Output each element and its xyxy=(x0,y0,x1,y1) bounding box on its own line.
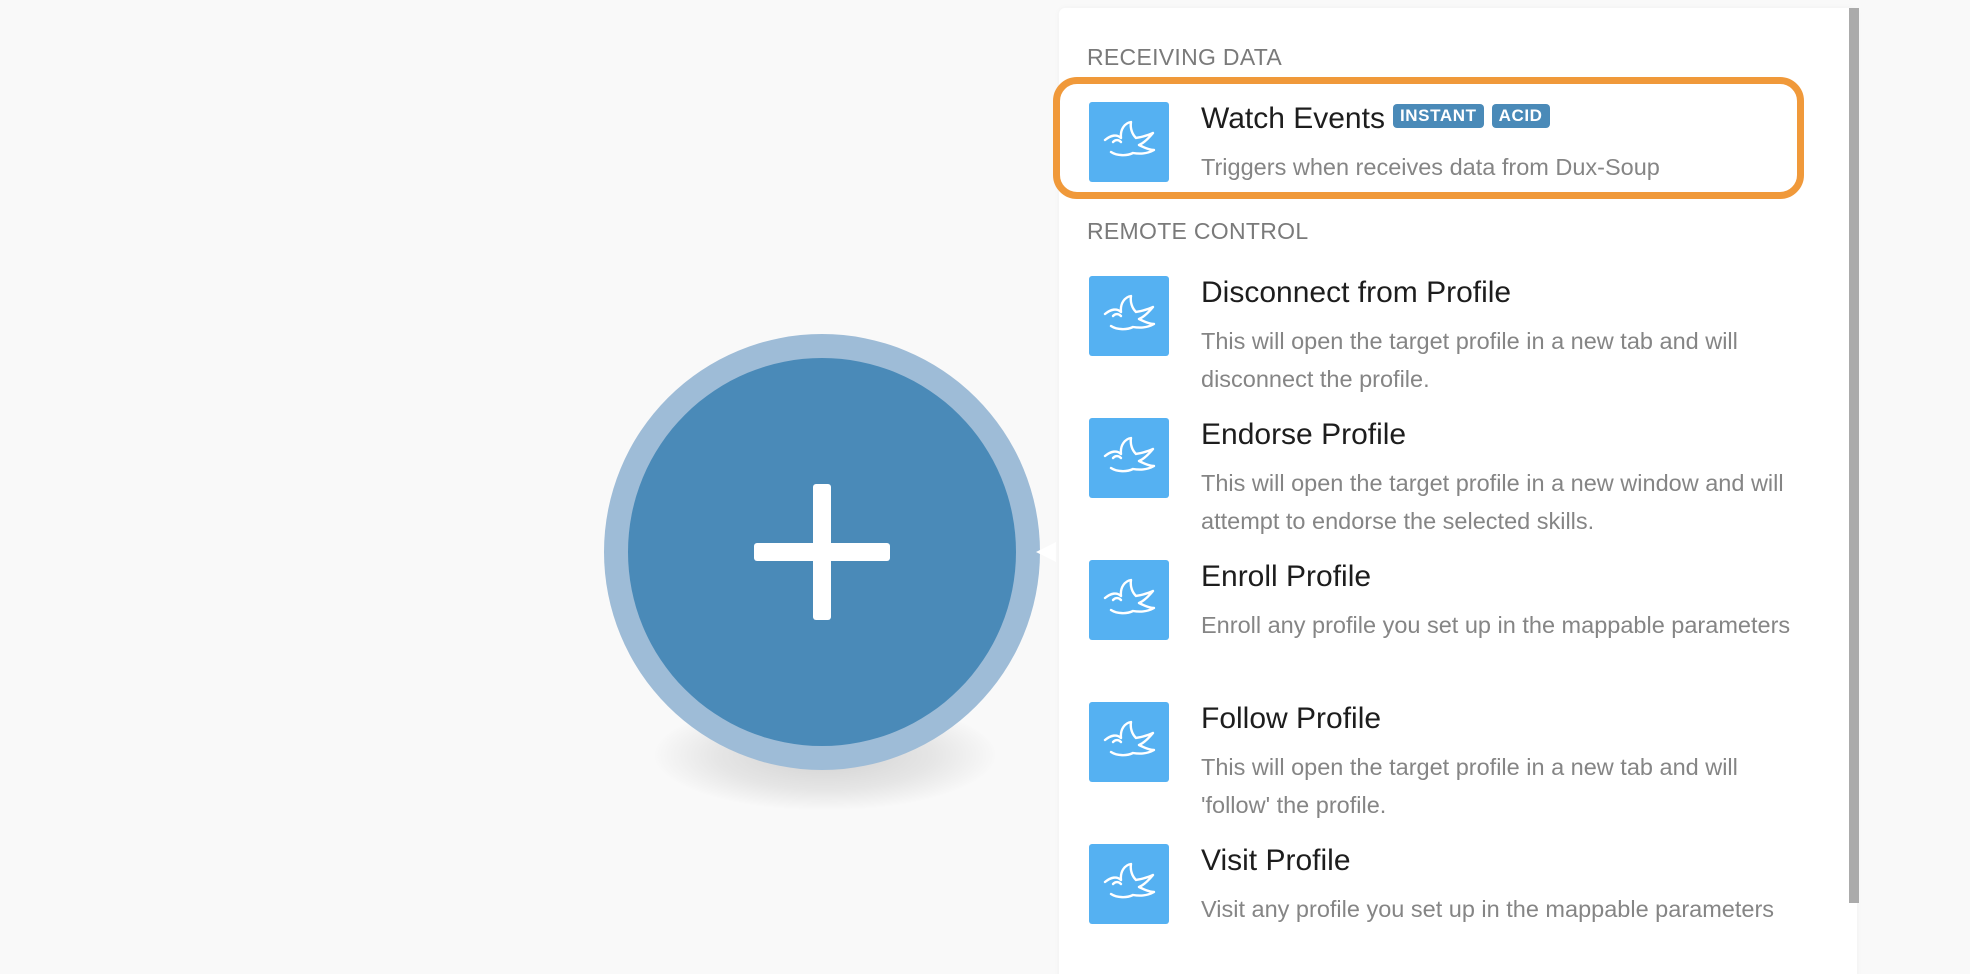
dux-soup-duck-icon xyxy=(1089,702,1169,782)
module-description: Enroll any profile you set up in the map… xyxy=(1201,612,1791,638)
module-description: This will open the target profile in a n… xyxy=(1201,754,1738,818)
module-item-disconnect-from-profile[interactable]: Disconnect from Profile This will open t… xyxy=(1059,268,1839,398)
module-description: Visit any profile you set up in the mapp… xyxy=(1201,896,1775,922)
module-item-visit-profile[interactable]: Visit Profile Visit any profile you set … xyxy=(1059,836,1839,966)
panel-scrollbar[interactable] xyxy=(1849,8,1859,903)
module-title-text: Watch Events xyxy=(1201,102,1385,135)
badge-acid: ACID xyxy=(1491,104,1550,129)
dux-soup-duck-icon xyxy=(1089,560,1169,640)
popover-pointer xyxy=(1036,542,1056,562)
plus-icon-bar xyxy=(754,543,890,561)
module-item-endorse-profile[interactable]: Endorse Profile This will open the targe… xyxy=(1059,410,1839,540)
add-module-button[interactable] xyxy=(604,334,1040,770)
dux-soup-duck-icon xyxy=(1089,276,1169,356)
module-description: Triggers when receives data from Dux-Sou… xyxy=(1201,154,1660,180)
module-title: Follow Profile xyxy=(1201,702,1382,735)
add-module-circle xyxy=(628,358,1016,746)
module-description: This will open the target profile in a n… xyxy=(1201,470,1784,534)
dux-soup-duck-icon xyxy=(1089,844,1169,924)
module-title: Disconnect from Profile xyxy=(1201,276,1512,309)
section-header-remote-control: REMOTE CONTROL xyxy=(1087,218,1309,244)
module-title: Watch Events INSTANT ACID xyxy=(1201,102,1550,136)
module-item-watch-events[interactable]: Watch Events INSTANT ACID Triggers when re… xyxy=(1059,94,1839,194)
module-title: Enroll Profile xyxy=(1201,560,1372,593)
scenario-canvas: RECEIVING DATA Watch Events INSTANT ACID T… xyxy=(0,0,1970,974)
module-description: This will open the target profile in a n… xyxy=(1201,328,1738,392)
dux-soup-duck-icon xyxy=(1089,418,1169,498)
module-item-enroll-profile[interactable]: Enroll Profile Enroll any profile you se… xyxy=(1059,552,1839,682)
dux-soup-duck-icon xyxy=(1089,102,1169,182)
module-title: Visit Profile xyxy=(1201,844,1351,877)
module-title: Endorse Profile xyxy=(1201,418,1407,451)
badge-instant: INSTANT xyxy=(1392,104,1484,129)
section-header-receiving-data: RECEIVING DATA xyxy=(1087,44,1283,70)
module-item-follow-profile[interactable]: Follow Profile This will open the target… xyxy=(1059,694,1839,824)
module-picker-panel: RECEIVING DATA Watch Events INSTANT ACID T… xyxy=(1059,8,1857,974)
